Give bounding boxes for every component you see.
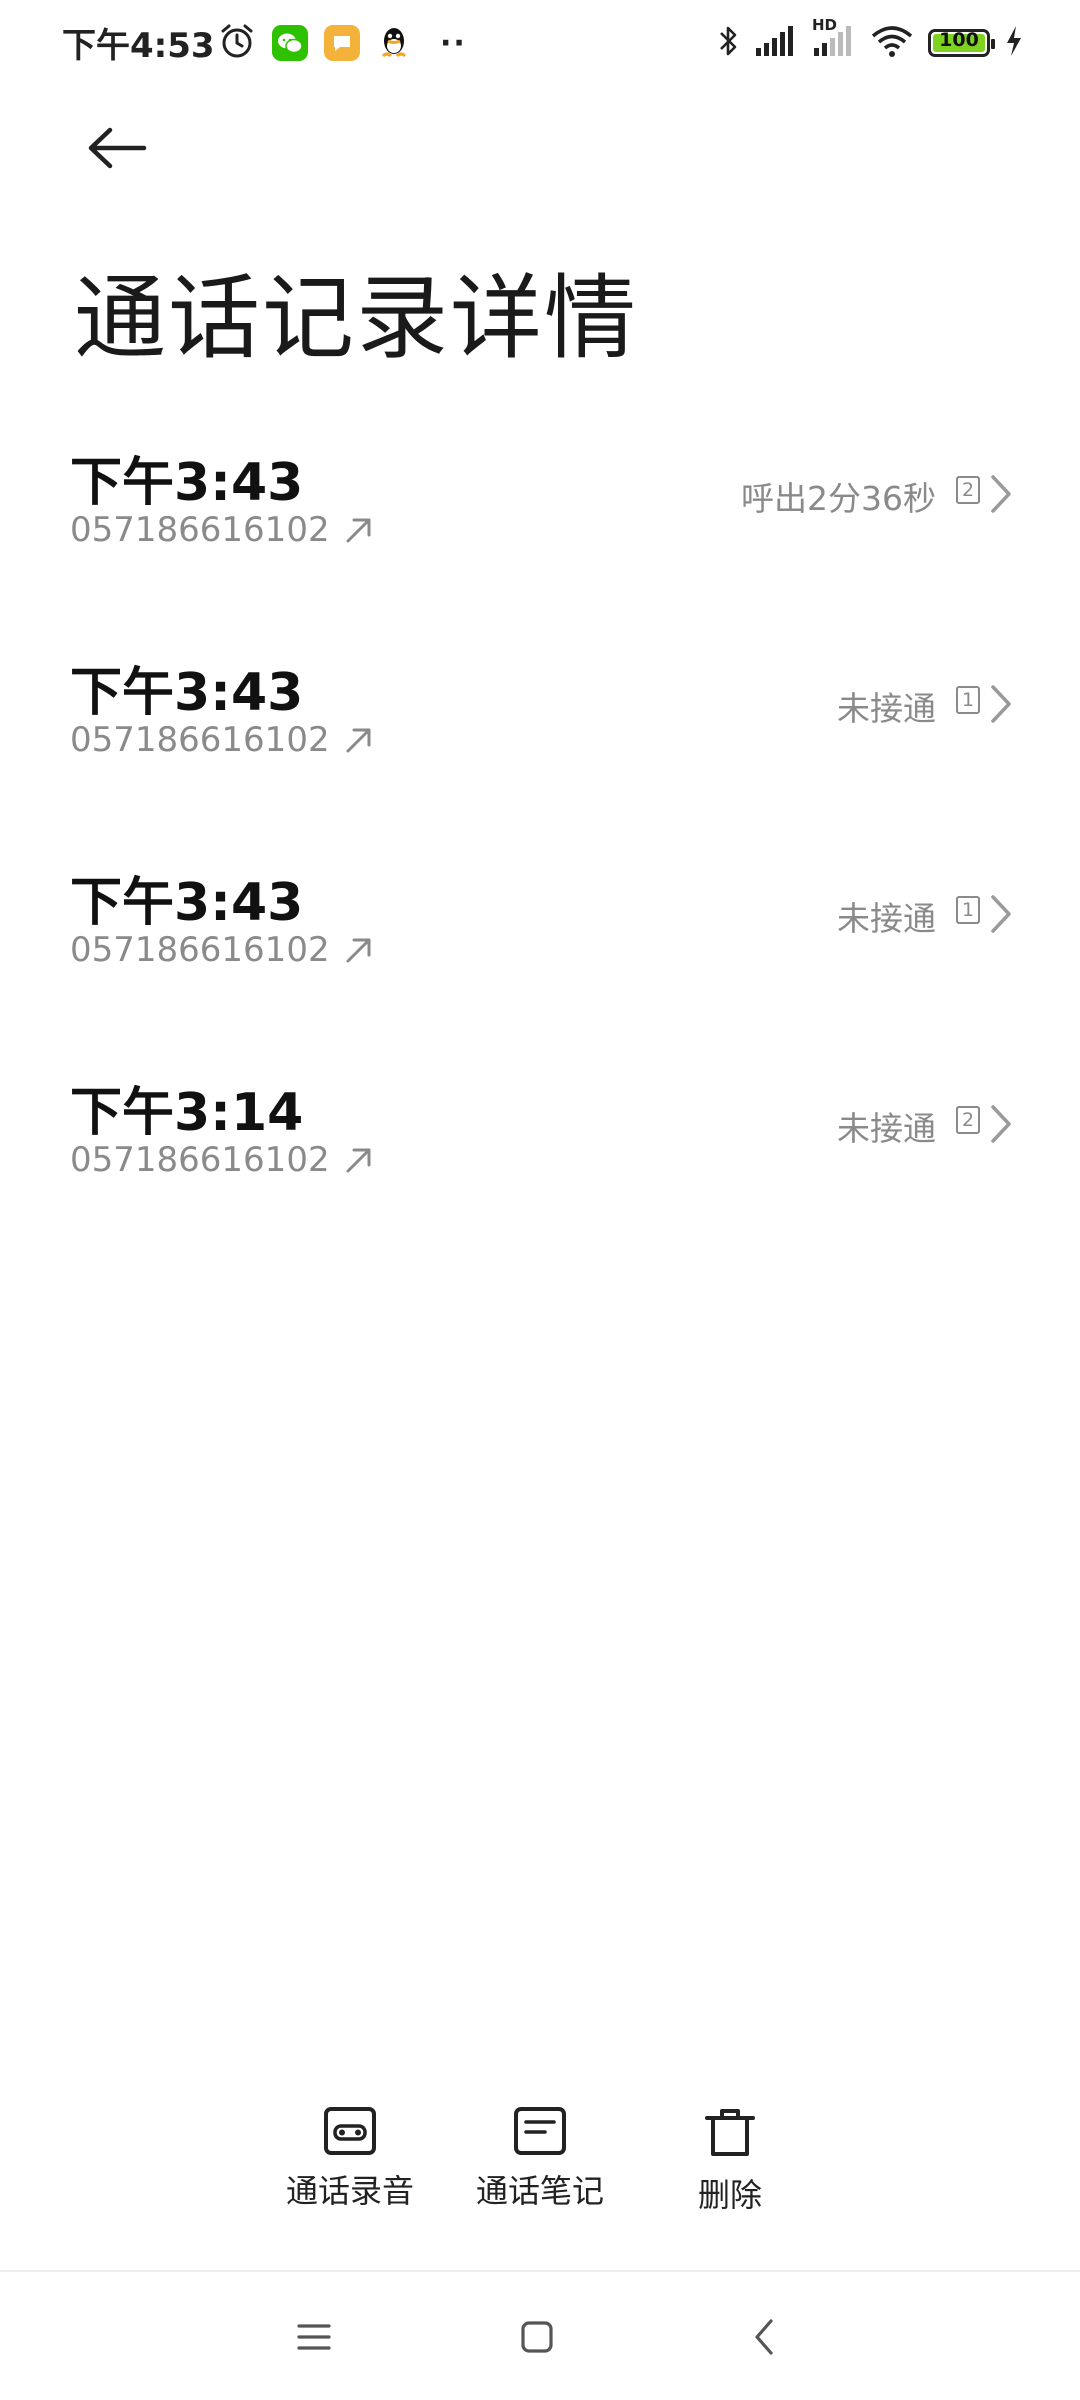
chevron-left-icon [755,2319,773,2355]
outgoing-arrow-icon [346,728,371,753]
status-time: 下午4:53 [62,26,215,66]
call-recording-label: 通话录音 [285,2172,414,2210]
home-button[interactable] [502,2302,572,2372]
call-status: 未接通 [837,689,936,728]
call-number-row: 057186616102 [70,1140,374,1180]
hd-label: HD [812,16,838,34]
call-time: 下午3:43 [70,453,304,513]
cassette-icon [324,2107,376,2155]
outgoing-arrow-icon [346,1148,371,1173]
sim-card-badge: 2 [956,476,980,504]
chevron-right-icon [991,895,1011,933]
call-status: 呼出2分36秒 [741,479,936,518]
call-number-row: 057186616102 [70,510,374,550]
bluetooth-icon [716,22,740,64]
battery-icon: 100 [928,29,995,57]
menu-icon [297,2324,331,2350]
charging-icon [1004,24,1024,62]
call-number-row: 057186616102 [70,930,374,970]
notification-icons: ·· [218,22,467,64]
arrow-left-icon [88,127,147,169]
call-number-row: 057186616102 [70,720,374,760]
system-icons: HD 100 [716,16,1024,64]
page-title: 通话记录详情 [74,265,639,372]
battery-level: 100 [939,29,979,51]
call-time: 下午3:14 [70,1083,304,1143]
wechat-icon [272,25,308,61]
chevron-right-icon [991,685,1011,723]
call-record-item[interactable]: 下午3:43 057186616102 未接通 1 [0,850,1080,1060]
signal-icon [754,24,798,62]
wifi-icon [870,24,914,62]
outgoing-arrow-icon [346,938,371,963]
call-time: 下午3:43 [70,663,304,723]
call-number: 057186616102 [70,510,330,550]
status-bar: 下午4:53 ·· HD 100 [0,0,1080,84]
sim-card-badge: 1 [956,686,980,714]
delete-label: 删除 [697,2176,762,2214]
more-dots-icon: ·· [440,25,467,61]
square-icon [521,2321,553,2353]
call-record-item[interactable]: 下午3:14 057186616102 未接通 2 [0,1060,1080,1270]
call-number: 057186616102 [70,720,330,760]
call-number: 057186616102 [70,930,330,970]
call-record-item[interactable]: 下午3:43 057186616102 未接通 1 [0,640,1080,850]
signal-hd-icon: HD [812,16,856,62]
call-status: 未接通 [837,899,936,938]
outgoing-arrow-icon [346,518,371,543]
sim-card-badge: 1 [956,896,980,924]
nav-back-button[interactable] [729,2302,799,2372]
chevron-right-icon [991,475,1011,513]
messages-icon [324,25,360,61]
chevron-right-icon [991,1105,1011,1143]
call-number: 057186616102 [70,1140,330,1180]
call-recording-button[interactable]: 通话录音 [265,2106,435,2212]
delete-button[interactable]: 删除 [645,2106,815,2216]
trash-icon [705,2109,755,2156]
call-record-item[interactable]: 下午3:43 057186616102 呼出2分36秒 2 [0,430,1080,640]
recent-apps-button[interactable] [279,2302,349,2372]
bottom-toolbar: 通话录音 通话笔记 删除 [0,2106,1080,2236]
call-notes-button[interactable]: 通话笔记 [455,2106,625,2212]
back-button[interactable] [74,112,160,184]
system-navigation-bar [0,2272,1080,2400]
call-notes-label: 通话笔记 [475,2172,604,2210]
call-time: 下午3:43 [70,873,304,933]
note-icon [514,2107,566,2155]
call-status: 未接通 [837,1109,936,1148]
call-record-list: 下午3:43 057186616102 呼出2分36秒 2 下午3:43 057… [0,430,1080,1270]
sim-card-badge: 2 [956,1106,980,1134]
qq-icon [376,25,412,61]
alarm-icon [218,22,256,64]
